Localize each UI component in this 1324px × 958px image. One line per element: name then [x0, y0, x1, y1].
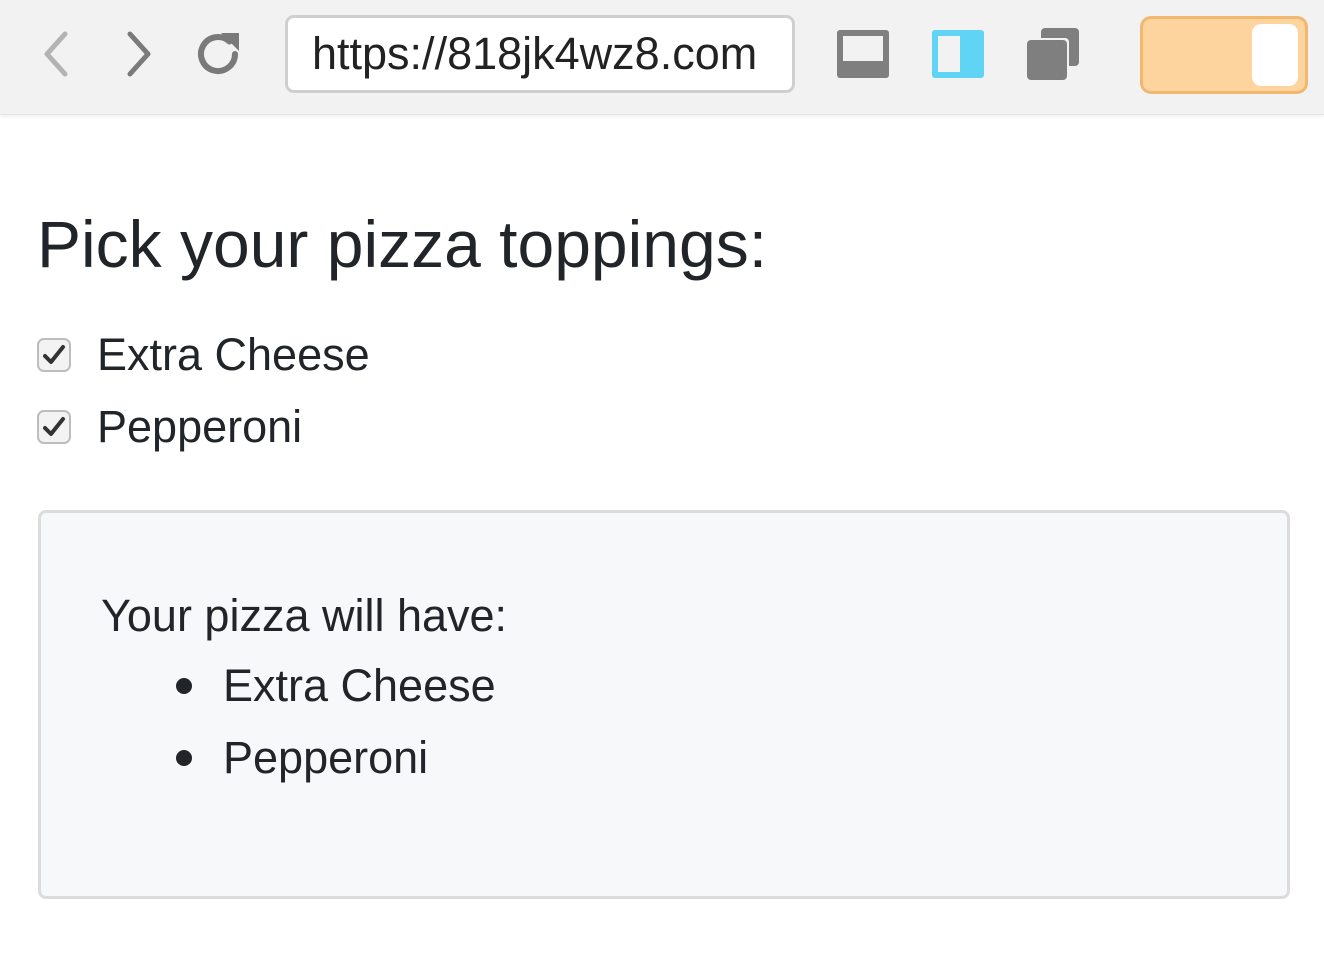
summary-item-text: Extra Cheese	[223, 660, 496, 711]
url-input[interactable]	[288, 18, 792, 90]
checkmark-icon	[43, 417, 65, 436]
page-content: Pick your pizza toppings: Extra Cheese P…	[0, 116, 1324, 958]
pepperoni-checkbox[interactable]	[37, 410, 71, 444]
page-title: Pick your pizza toppings:	[37, 207, 768, 281]
list-item: Extra Cheese	[173, 659, 496, 731]
bullet-icon	[176, 678, 192, 694]
panel-side-icon	[930, 26, 986, 82]
layout-bottom-button[interactable]	[835, 26, 891, 82]
extra-cheese-checkbox[interactable]	[37, 338, 71, 372]
order-summary: Your pizza will have: Extra Cheese Peppe…	[38, 510, 1290, 899]
summary-item-text: Pepperoni	[223, 732, 429, 783]
bullet-icon	[176, 750, 192, 766]
topping-option-pepperoni[interactable]: Pepperoni	[37, 400, 302, 454]
windows-stack-icon	[1025, 26, 1081, 82]
mode-toggle[interactable]	[1140, 16, 1308, 94]
panel-bottom-icon	[835, 26, 891, 82]
topping-label: Pepperoni	[97, 401, 303, 452]
topping-option-extra-cheese[interactable]: Extra Cheese	[37, 328, 370, 382]
topping-label: Extra Cheese	[97, 329, 370, 380]
summary-list: Extra Cheese Pepperoni	[173, 659, 496, 803]
address-bar[interactable]	[285, 15, 795, 93]
browser-toolbar	[0, 0, 1324, 115]
back-button[interactable]	[27, 24, 87, 84]
chevron-left-icon	[37, 28, 77, 80]
list-item: Pepperoni	[173, 731, 496, 803]
toggle-knob[interactable]	[1252, 24, 1298, 86]
layout-side-button[interactable]	[930, 26, 986, 82]
reload-icon	[191, 27, 245, 81]
reload-button[interactable]	[188, 24, 248, 84]
chevron-right-icon	[118, 28, 158, 80]
layout-windows-button[interactable]	[1025, 26, 1081, 82]
summary-heading: Your pizza will have:	[101, 590, 508, 641]
forward-button[interactable]	[108, 24, 168, 84]
checkmark-icon	[43, 345, 65, 364]
